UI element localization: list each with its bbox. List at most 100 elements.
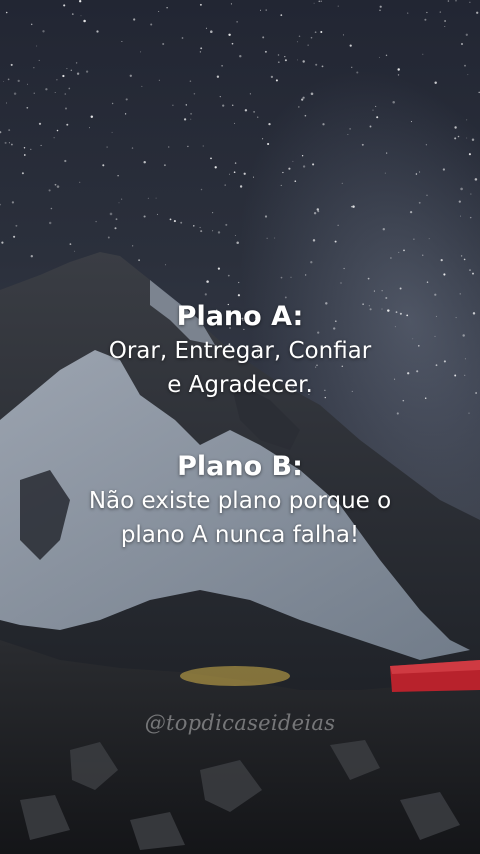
star: [264, 50, 267, 53]
star: [403, 249, 405, 252]
star: [396, 412, 399, 415]
star: [124, 113, 127, 115]
star: [121, 41, 123, 43]
star: [64, 107, 68, 110]
star: [313, 212, 317, 215]
star: [66, 123, 69, 126]
star: [447, 0, 450, 2]
star: [200, 230, 203, 233]
star: [158, 11, 160, 13]
star: [36, 45, 38, 47]
star: [259, 9, 262, 11]
star: [75, 62, 78, 64]
star: [117, 175, 119, 177]
star: [469, 269, 471, 271]
star: [199, 3, 202, 6]
star: [50, 207, 53, 210]
star: [310, 92, 314, 96]
star: [310, 261, 313, 264]
star: [298, 35, 301, 38]
star: [15, 224, 18, 227]
star: [457, 135, 460, 138]
star: [193, 225, 195, 227]
star: [372, 109, 374, 111]
star: [95, 220, 97, 223]
star: [114, 227, 117, 230]
star: [415, 173, 418, 175]
star: [320, 0, 322, 2]
star: [1, 241, 4, 244]
star: [301, 98, 304, 101]
star: [397, 68, 400, 71]
star: [455, 0, 457, 2]
star: [284, 55, 286, 58]
star: [468, 153, 471, 156]
star: [460, 187, 463, 191]
star: [88, 127, 90, 129]
star: [109, 212, 113, 216]
star: [234, 162, 237, 164]
star: [54, 183, 57, 186]
star: [284, 296, 287, 299]
star: [193, 93, 196, 95]
star: [200, 188, 203, 191]
star: [386, 152, 388, 154]
star: [17, 79, 20, 83]
star: [390, 257, 392, 259]
star: [314, 31, 317, 34]
star: [239, 55, 242, 58]
star: [83, 19, 86, 23]
star: [38, 59, 40, 61]
star: [349, 128, 351, 130]
star: [138, 259, 140, 262]
star: [472, 272, 474, 275]
star: [33, 67, 35, 69]
star: [69, 243, 72, 245]
star: [460, 255, 463, 257]
star: [237, 294, 241, 297]
star: [466, 137, 468, 139]
star: [249, 93, 251, 95]
star: [181, 37, 184, 39]
star: [334, 240, 337, 243]
star: [262, 36, 265, 39]
star: [30, 255, 33, 258]
star: [465, 33, 468, 36]
star: [369, 125, 372, 128]
star: [301, 155, 304, 157]
star: [316, 208, 320, 211]
star: [166, 7, 168, 9]
star: [424, 18, 427, 21]
star: [266, 237, 268, 239]
star: [315, 63, 318, 66]
star: [45, 88, 48, 91]
star: [277, 61, 280, 64]
star: [469, 1, 471, 3]
star: [461, 43, 463, 45]
star: [337, 5, 339, 7]
star: [268, 122, 271, 126]
star: [378, 56, 381, 58]
star: [376, 116, 379, 119]
star: [74, 250, 76, 252]
star: [234, 235, 236, 236]
star: [8, 129, 11, 132]
star: [469, 216, 472, 219]
star: [42, 30, 45, 33]
plan-a-heading: Plano A:: [176, 301, 304, 332]
star: [212, 230, 214, 232]
star: [312, 163, 315, 166]
star: [294, 180, 297, 183]
star: [172, 104, 174, 106]
star: [234, 122, 236, 124]
star: [143, 215, 146, 218]
star: [8, 142, 10, 144]
star: [155, 197, 157, 199]
star: [265, 9, 267, 11]
star: [466, 119, 468, 121]
star: [48, 221, 52, 225]
star: [350, 206, 353, 208]
star: [147, 197, 150, 199]
star: [225, 223, 228, 226]
star: [284, 59, 287, 62]
